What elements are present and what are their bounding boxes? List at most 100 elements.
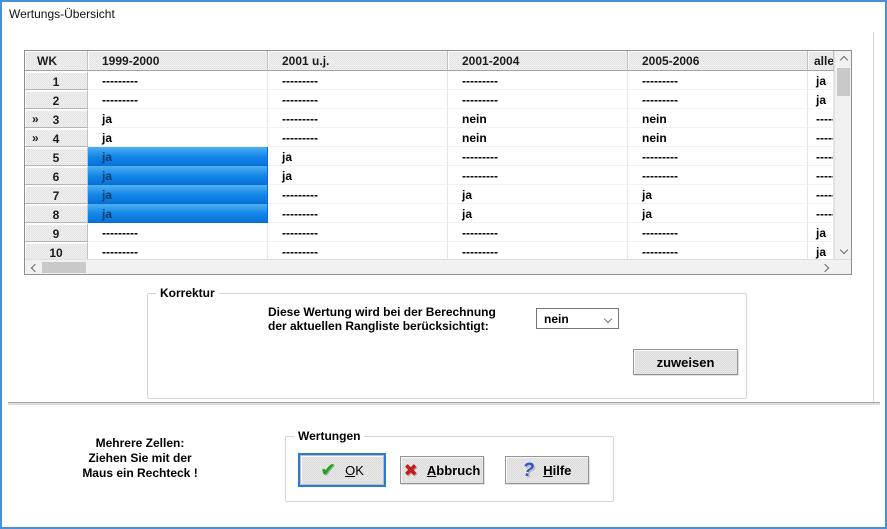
table-cell[interactable]: nein — [448, 109, 628, 128]
table-cell[interactable]: ------ — [808, 128, 834, 147]
table-cell[interactable]: ja — [808, 71, 834, 90]
zuweisen-button[interactable]: zuweisen — [633, 349, 738, 375]
vertical-scrollbar[interactable] — [834, 51, 851, 259]
table-row: 9 --------- --------- --------- --------- ja — [25, 223, 834, 242]
table-cell[interactable]: --------- — [88, 71, 268, 90]
table-cell[interactable]: --------- — [448, 71, 628, 90]
table-cell[interactable]: ------ — [808, 147, 834, 166]
table-cell[interactable]: ja — [628, 204, 808, 223]
table-cell[interactable]: --------- — [268, 185, 448, 204]
row-marker-icon: » — [32, 131, 39, 145]
scroll-left-icon[interactable] — [25, 260, 41, 275]
korrektur-description: Diese Wertung wird bei der Berechnung de… — [268, 305, 496, 333]
panel-divider — [8, 402, 880, 406]
row-header-cell[interactable]: 9 — [25, 223, 88, 242]
row-header-cell[interactable]: » 4 — [25, 128, 88, 147]
table-cell[interactable]: nein — [628, 109, 808, 128]
table-body: 1 --------- --------- --------- --------- ja 2… — [25, 71, 834, 259]
column-header-alle[interactable]: alle J — [808, 51, 834, 71]
table-cell[interactable]: --------- — [268, 109, 448, 128]
table-cell[interactable]: ja — [88, 147, 268, 166]
table-cell[interactable]: ja — [448, 204, 628, 223]
table-cell[interactable]: ja — [88, 166, 268, 185]
table-cell[interactable]: --------- — [448, 90, 628, 109]
table-cell[interactable]: nein — [448, 128, 628, 147]
table-cell[interactable]: --------- — [268, 223, 448, 242]
table-cell[interactable]: ------ — [808, 109, 834, 128]
table-cell[interactable]: --------- — [88, 90, 268, 109]
table-cell[interactable]: --------- — [268, 204, 448, 223]
ok-button[interactable]: ✔ OK — [298, 453, 386, 487]
horizontal-scroll-thumb[interactable] — [42, 262, 86, 273]
dialog-wertungs-uebersicht: Wertungs-Übersicht WK 1999-2000 2001 u.j… — [0, 0, 887, 529]
row-header-cell[interactable]: 7 — [25, 185, 88, 204]
column-header-2001-2004[interactable]: 2001-2004 — [448, 51, 628, 71]
table-row: »3ja---------neinnein------ — [25, 109, 834, 128]
table-cell[interactable]: --------- — [268, 71, 448, 90]
table-cell[interactable]: --------- — [268, 242, 448, 259]
scroll-right-icon[interactable] — [818, 260, 834, 275]
row-header-cell[interactable]: 5 — [25, 147, 88, 166]
scroll-down-icon[interactable] — [835, 244, 852, 259]
table-cell[interactable]: ja — [88, 109, 268, 128]
check-icon: ✔ — [320, 459, 337, 481]
table-cell[interactable]: ja — [808, 223, 834, 242]
table-row: 8ja---------jaja------ — [25, 204, 834, 223]
table-cell[interactable]: ja — [268, 147, 448, 166]
row-header-cell[interactable]: 6 — [25, 166, 88, 185]
table-row: 1 --------- --------- --------- --------- ja — [25, 71, 834, 90]
column-header-2001-uj[interactable]: 2001 u.j. — [268, 51, 448, 71]
column-header-wk[interactable]: WK — [25, 51, 88, 71]
row-header-cell[interactable]: 10 — [25, 242, 88, 259]
table-cell[interactable]: --------- — [628, 71, 808, 90]
row-header-cell[interactable]: 8 — [25, 204, 88, 223]
table-cell[interactable]: ------ — [808, 204, 834, 223]
table-cell[interactable]: --------- — [448, 166, 628, 185]
vertical-scroll-thumb[interactable] — [837, 68, 850, 96]
table-cell[interactable]: --------- — [628, 242, 808, 259]
table-cell[interactable]: ja — [448, 185, 628, 204]
table-row: 2 --------- --------- --------- --------- ja — [25, 90, 834, 109]
hint-line2: Ziehen Sie mit der — [88, 451, 192, 465]
table-cell[interactable]: --------- — [628, 90, 808, 109]
table-cell[interactable]: ja — [628, 185, 808, 204]
hilfe-button-label: Hilfe — [543, 462, 572, 478]
table-cell[interactable]: --------- — [88, 223, 268, 242]
table-cell[interactable]: ------ — [808, 185, 834, 204]
table-row: 5jaja------------------------ — [25, 147, 834, 166]
table-cell[interactable]: --------- — [448, 147, 628, 166]
abbruch-button[interactable]: ✖ Abbruch — [400, 456, 484, 484]
scroll-up-icon[interactable] — [835, 51, 852, 66]
table-cell[interactable]: --------- — [88, 242, 268, 259]
horizontal-scrollbar[interactable] — [25, 259, 851, 274]
row-header-cell[interactable]: » 3 — [25, 109, 88, 128]
table-cell[interactable]: --------- — [628, 147, 808, 166]
ok-button-label: OK — [345, 462, 364, 478]
table-cell[interactable]: ja — [88, 185, 268, 204]
table-cell[interactable]: --------- — [448, 242, 628, 259]
table-scroll-area: WK 1999-2000 2001 u.j. 2001-2004 2005-20… — [25, 51, 834, 259]
row-header-cell[interactable]: 2 — [25, 90, 88, 109]
table-cell[interactable]: --------- — [448, 223, 628, 242]
hint-line3: Maus ein Rechteck ! — [82, 466, 198, 480]
window-title: Wertungs-Übersicht — [9, 7, 115, 21]
row-number: 6 — [52, 170, 60, 184]
table-cell[interactable]: --------- — [268, 128, 448, 147]
table-cell[interactable]: ja — [88, 204, 268, 223]
table-cell[interactable]: ja — [808, 242, 834, 259]
wertung-dropdown[interactable]: nein — [536, 308, 619, 329]
table-cell[interactable]: --------- — [628, 166, 808, 185]
wertungen-groupbox: Wertungen ✔ OK ✖ Abbruch ? Hilfe — [285, 429, 614, 502]
table-cell[interactable]: ja — [88, 128, 268, 147]
table-cell[interactable]: nein — [628, 128, 808, 147]
table-cell[interactable]: ja — [808, 90, 834, 109]
table-cell[interactable]: --------- — [268, 90, 448, 109]
row-number: 1 — [52, 75, 60, 89]
row-header-cell[interactable]: 1 — [25, 71, 88, 90]
table-cell[interactable]: --------- — [628, 223, 808, 242]
table-cell[interactable]: ------ — [808, 166, 834, 185]
hilfe-button[interactable]: ? Hilfe — [505, 456, 589, 484]
table-cell[interactable]: ja — [268, 166, 448, 185]
column-header-1999-2000[interactable]: 1999-2000 — [88, 51, 268, 71]
column-header-2005-2006[interactable]: 2005-2006 — [628, 51, 808, 71]
